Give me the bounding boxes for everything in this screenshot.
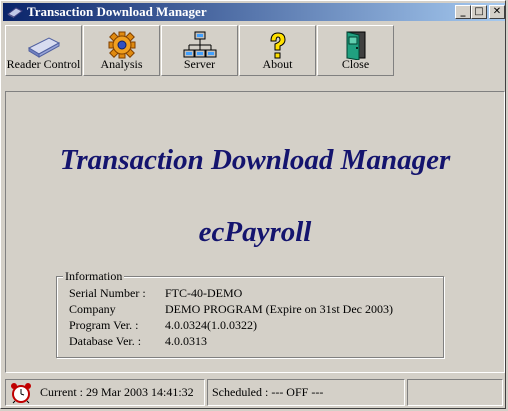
reader-control-button[interactable]: Reader Control — [5, 25, 82, 76]
close-button[interactable]: Close — [317, 25, 394, 76]
analysis-button[interactable]: Analysis — [83, 25, 160, 76]
current-time-text: Current : 29 Mar 2003 14:41:32 — [40, 385, 194, 399]
main-panel: Transaction Download Manager ecPayroll I… — [5, 91, 505, 373]
minimize-button[interactable]: _ — [455, 5, 471, 19]
close-label: Close — [341, 57, 370, 71]
status-extra-panel — [407, 379, 503, 406]
server-button[interactable]: Server — [161, 25, 238, 76]
card-reader-icon — [27, 37, 60, 58]
door-icon — [346, 31, 365, 60]
network-icon — [183, 31, 216, 58]
company-value: DEMO PROGRAM (Expire on 31st Dec 2003) — [165, 302, 393, 316]
status-scheduled-panel: Scheduled : --- OFF --- — [207, 379, 405, 406]
database-version-value: 4.0.0313 — [165, 334, 207, 348]
about-label: About — [262, 57, 293, 71]
scheduled-text: Scheduled : --- OFF --- — [212, 385, 324, 399]
gear-icon — [108, 31, 135, 59]
company-row: Company DEMO PROGRAM (Expire on 31st Dec… — [69, 301, 393, 317]
serial-number-value: FTC-40-DEMO — [165, 286, 243, 300]
status-bar: Current : 29 Mar 2003 14:41:32 Scheduled… — [3, 377, 505, 408]
status-current-panel: Current : 29 Mar 2003 14:41:32 — [5, 379, 205, 406]
product-name: ecPayroll — [198, 216, 312, 248]
serial-number-label: Serial Number : — [69, 286, 146, 300]
information-group: Information Serial Number : FTC-40-DEMO … — [56, 269, 444, 358]
program-version-label: Program Ver. : — [69, 318, 139, 332]
window-title: Transaction Download Manager — [27, 4, 207, 19]
title-bar[interactable]: Transaction Download Manager _ □ ✕ — [3, 3, 505, 21]
app-icon — [7, 5, 23, 23]
app-window: Transaction Download Manager _ □ ✕ Reade… — [0, 0, 506, 409]
server-label: Server — [183, 57, 216, 71]
about-button[interactable]: About — [239, 25, 316, 76]
close-window-button[interactable]: ✕ — [489, 5, 505, 19]
serial-number-row: Serial Number : FTC-40-DEMO — [69, 285, 242, 301]
help-icon — [269, 32, 286, 59]
reader-control-label: Reader Control — [6, 57, 81, 71]
company-label: Company — [69, 302, 116, 316]
information-legend: Information — [63, 269, 125, 284]
program-version-row: Program Ver. : 4.0.0324(1.0.0322) — [69, 317, 257, 333]
analysis-label: Analysis — [100, 57, 143, 71]
maximize-button[interactable]: □ — [471, 5, 487, 19]
toolbar: Reader Control Analysis Server About Clo… — [3, 23, 505, 79]
database-version-label: Database Ver. : — [69, 334, 142, 348]
database-version-row: Database Ver. : 4.0.0313 — [69, 333, 207, 349]
app-heading: Transaction Download Manager — [59, 144, 451, 176]
alarm-clock-icon — [10, 382, 32, 405]
program-version-value: 4.0.0324(1.0.0322) — [165, 318, 257, 332]
